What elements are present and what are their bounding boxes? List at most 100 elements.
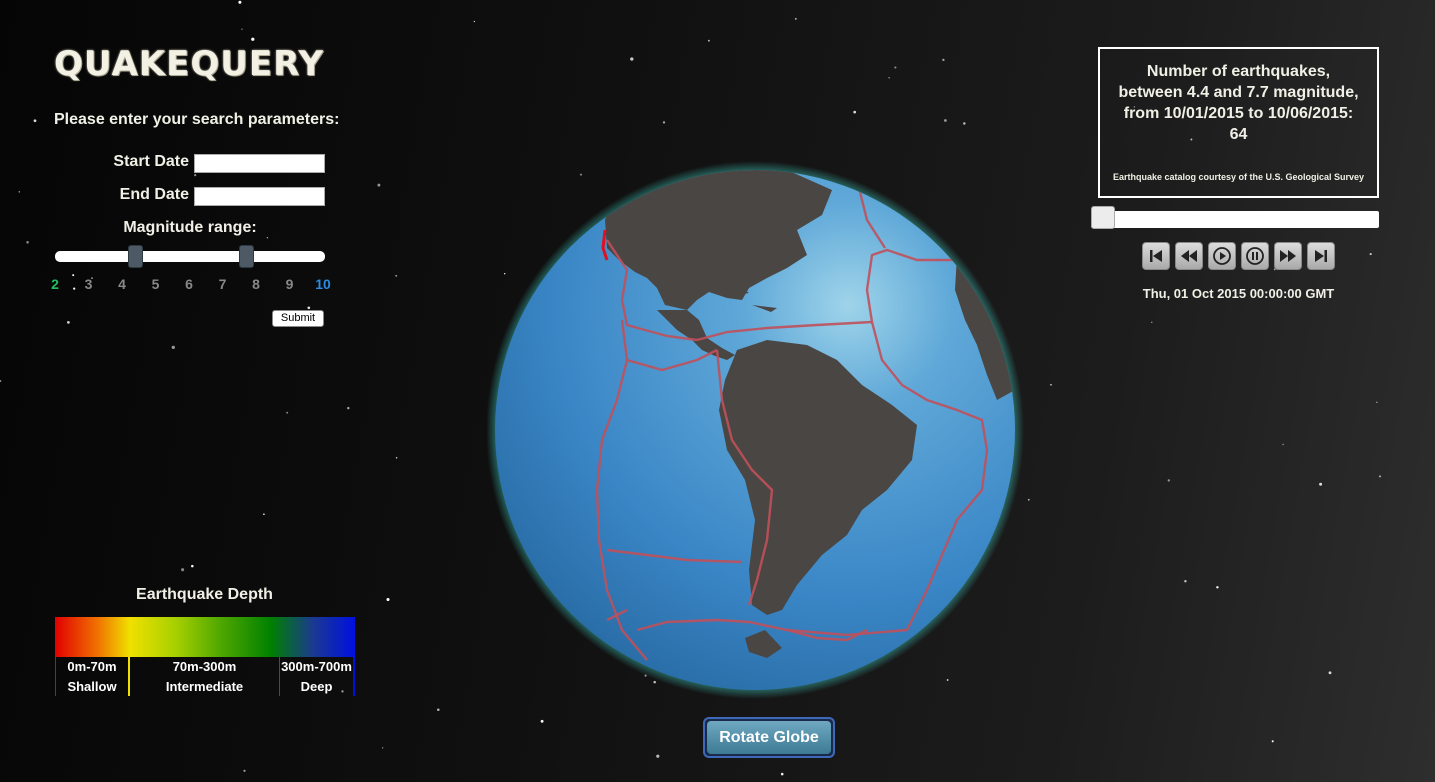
skip-start-button[interactable]: [1142, 242, 1170, 270]
star: [1376, 401, 1378, 403]
end-date-label: End Date: [119, 186, 189, 203]
star: [377, 183, 381, 187]
legend-name: Deep: [300, 679, 333, 694]
star: [0, 379, 2, 383]
star: [251, 37, 255, 41]
star: [1271, 740, 1274, 743]
pause-button[interactable]: [1241, 242, 1269, 270]
current-time-display: Thu, 01 Oct 2015 00:00:00 GMT: [1142, 286, 1335, 301]
magnitude-slider-track[interactable]: [55, 251, 325, 262]
rotate-globe-label: Rotate Globe: [707, 721, 831, 754]
star: [656, 754, 660, 758]
legend-segment-intermediate: 70m-300m Intermediate: [130, 657, 280, 696]
star: [794, 17, 797, 20]
legend-segment-deep: 300m-700m Deep: [280, 657, 355, 696]
star: [1027, 498, 1030, 501]
start-date-input[interactable]: [194, 154, 325, 173]
star: [707, 39, 710, 42]
skip-start-icon: [1150, 250, 1162, 262]
star: [1319, 482, 1323, 486]
star: [662, 121, 666, 124]
star: [307, 306, 311, 310]
magnitude-tick-9: 9: [285, 276, 294, 292]
star: [1184, 580, 1187, 583]
fast-forward-button[interactable]: [1274, 242, 1302, 270]
star: [72, 274, 75, 277]
star: [1282, 443, 1284, 446]
star: [395, 457, 398, 459]
legend-range: 0m-70m: [67, 659, 117, 674]
star: [780, 772, 784, 776]
star: [243, 769, 246, 772]
star: [263, 513, 265, 516]
earth-globe[interactable]: [487, 160, 1027, 700]
submit-button[interactable]: Submit: [272, 310, 324, 327]
usgs-credit: Earthquake catalog courtesy of the U.S. …: [1112, 172, 1365, 182]
magnitude-low-handle[interactable]: [128, 245, 144, 268]
legend-range: 70m-300m: [172, 659, 237, 674]
summary-line-3: from 10/01/2015 to 10/06/2015:: [1123, 105, 1354, 122]
magnitude-tick-8: 8: [252, 276, 260, 292]
play-icon: [1213, 247, 1231, 265]
star: [1379, 475, 1381, 478]
skip-end-button[interactable]: [1307, 242, 1335, 270]
star: [171, 345, 175, 350]
star: [942, 58, 945, 62]
legend-segment-shallow: 0m-70m Shallow: [55, 657, 130, 696]
star: [853, 110, 857, 114]
star: [1050, 383, 1052, 386]
fast-forward-icon: [1280, 250, 1296, 262]
legend-name: Shallow: [67, 679, 117, 694]
play-button[interactable]: [1208, 242, 1236, 270]
magnitude-tick-2: 2: [51, 276, 59, 292]
star: [33, 119, 37, 123]
skip-end-icon: [1315, 250, 1327, 262]
star: [386, 597, 390, 602]
star: [1151, 321, 1153, 323]
star: [181, 568, 185, 572]
star: [630, 57, 634, 61]
star: [238, 0, 242, 4]
rotate-globe-button[interactable]: Rotate Globe: [703, 717, 835, 758]
star: [395, 274, 398, 277]
star: [944, 119, 947, 122]
star: [1369, 253, 1372, 256]
pause-icon: [1246, 247, 1264, 265]
summary-line-2: between 4.4 and 7.7 magnitude,: [1118, 84, 1359, 101]
magnitude-range-label: Magnitude range:: [123, 219, 257, 236]
star: [1216, 586, 1219, 589]
legend-name: Intermediate: [165, 679, 244, 694]
star: [191, 564, 194, 568]
star: [473, 20, 476, 23]
start-date-label: Start Date: [113, 153, 189, 170]
star: [1328, 671, 1332, 675]
star: [382, 747, 384, 749]
magnitude-tick-7: 7: [218, 276, 227, 292]
end-date-input[interactable]: [194, 187, 325, 206]
search-prompt: Please enter your search parameters:: [54, 111, 340, 128]
star: [347, 406, 350, 410]
earthquake-summary-box: Number of earthquakes, between 4.4 and 7…: [1098, 47, 1379, 198]
depth-legend-title: Earthquake Depth: [136, 586, 273, 603]
star: [540, 719, 544, 723]
star: [894, 66, 897, 69]
app-logo: QUAKEQUERY: [54, 44, 325, 84]
timeline-slider-track[interactable]: [1091, 211, 1379, 228]
rewind-button[interactable]: [1175, 242, 1203, 270]
legend-range: 300m-700m: [281, 659, 352, 674]
rewind-icon: [1181, 250, 1197, 262]
star: [18, 191, 21, 193]
timeline-slider-handle[interactable]: [1091, 206, 1115, 229]
star: [266, 237, 269, 239]
magnitude-high-handle[interactable]: [238, 245, 254, 268]
magnitude-tick-4: 4: [118, 276, 126, 292]
magnitude-tick-6: 6: [185, 276, 193, 292]
magnitude-tick-5: 5: [151, 276, 160, 292]
star: [241, 28, 243, 30]
summary-line-1: Number of earthquakes,: [1146, 63, 1331, 80]
star: [1167, 479, 1170, 482]
star: [67, 321, 70, 324]
star: [437, 708, 440, 712]
star: [963, 122, 966, 125]
star: [73, 287, 76, 290]
